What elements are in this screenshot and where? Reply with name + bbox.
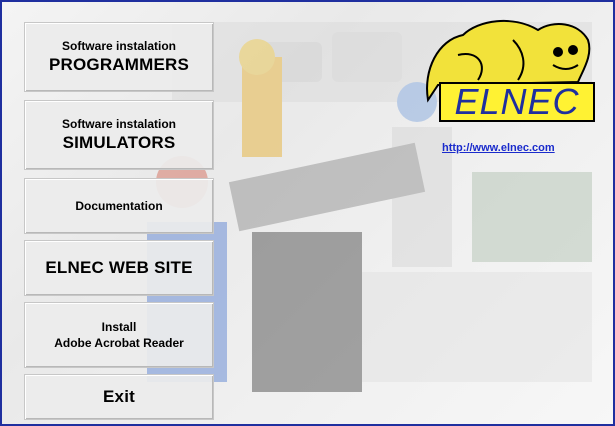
- website-label: ELNEC WEB SITE: [45, 258, 193, 277]
- installer-window: Software instalation PROGRAMMERS Softwar…: [0, 0, 615, 426]
- documentation-label: Documentation: [75, 199, 163, 213]
- install-programmers-button[interactable]: Software instalation PROGRAMMERS: [24, 22, 214, 92]
- programmers-label: PROGRAMMERS: [48, 55, 190, 74]
- acrobat-caption: Install: [101, 320, 137, 334]
- documentation-button[interactable]: Documentation: [24, 178, 214, 234]
- elnec-website-button[interactable]: ELNEC WEB SITE: [24, 240, 214, 296]
- install-simulators-button[interactable]: Software instalation SIMULATORS: [24, 100, 214, 170]
- simulators-caption: Software instalation: [61, 117, 177, 131]
- exit-label: Exit: [103, 387, 135, 406]
- simulators-label: SIMULATORS: [62, 133, 176, 152]
- elnec-logo-text: ELNEC: [439, 81, 595, 122]
- programmers-caption: Software instalation: [61, 39, 177, 53]
- elnec-website-link[interactable]: http://www.elnec.com: [442, 142, 555, 154]
- acrobat-label: Adobe Acrobat Reader: [54, 336, 184, 350]
- exit-button[interactable]: Exit: [24, 374, 214, 420]
- install-acrobat-button[interactable]: Install Adobe Acrobat Reader: [24, 302, 214, 368]
